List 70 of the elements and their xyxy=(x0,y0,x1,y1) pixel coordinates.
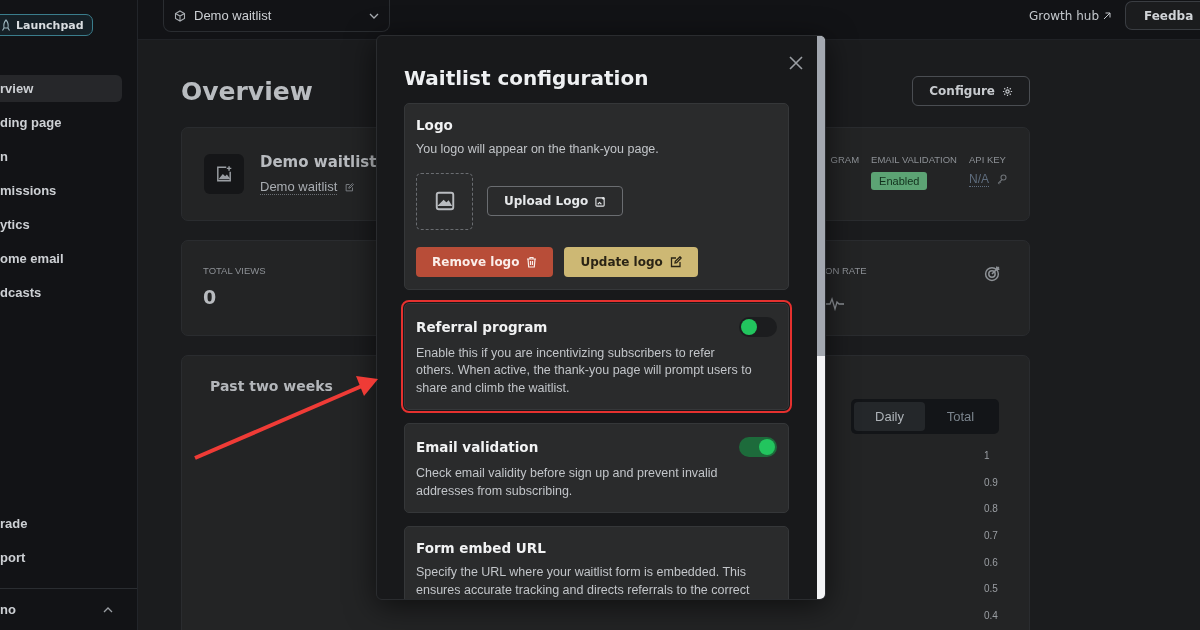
sidebar-item[interactable]: missions xyxy=(0,177,122,204)
section-description: Check email validity before sign up and prevent invalid addresses from subscribing. xyxy=(416,465,719,500)
logo-placeholder[interactable] xyxy=(416,172,473,230)
upload-logo-button[interactable]: Upload Logo xyxy=(487,186,624,216)
api-key-value: N/A xyxy=(969,172,989,187)
external-arrow-icon xyxy=(1103,12,1111,20)
toggle-switch[interactable] xyxy=(739,316,777,337)
axis-tick: 0.4 xyxy=(984,610,999,624)
sidebar-item[interactable]: ytics xyxy=(0,211,122,238)
key-icon[interactable] xyxy=(997,174,1007,185)
section-title: Referral program xyxy=(416,318,548,335)
image-icon xyxy=(433,190,456,212)
project-link[interactable]: Demo waitlist xyxy=(260,179,338,195)
section-title: Form embed URL xyxy=(416,540,547,556)
sidebar-item[interactable]: rade xyxy=(0,510,137,537)
chevron-up-icon[interactable] xyxy=(103,606,113,613)
setting-label: API KEY xyxy=(969,154,1006,165)
gear-icon xyxy=(1002,85,1013,97)
section-description: Enable this if you are incentivizing subscribers to refer others. When active, the thank-you page will prompt users to share and climb the waitlist. xyxy=(416,344,753,397)
add-image-icon xyxy=(215,165,233,183)
app-badge[interactable]: Launchpad xyxy=(0,14,93,36)
section-title: Logo xyxy=(416,117,454,133)
target-icon xyxy=(984,265,1001,282)
badge-label: Launchpad xyxy=(16,18,84,32)
axis-tick: 0.6 xyxy=(984,556,999,570)
sidebar-item[interactable]: ding page xyxy=(0,109,122,136)
stat-label: TOTAL VIEWS xyxy=(203,265,266,276)
toggle-switch[interactable] xyxy=(739,437,777,457)
growth-hub-link[interactable]: Growth hub xyxy=(1028,9,1111,23)
chevron-down-icon xyxy=(369,12,379,19)
rocket-icon xyxy=(1,18,11,32)
axis-tick: 1 xyxy=(984,450,991,463)
close-button[interactable] xyxy=(789,56,803,70)
remove-logo-button[interactable]: Remove logo xyxy=(416,246,554,277)
chart-tab[interactable]: Total xyxy=(925,402,996,431)
sidebar-item[interactable]: n xyxy=(0,143,122,170)
dialog-title: Waitlist configuration xyxy=(404,66,649,90)
account-name: no xyxy=(0,602,16,617)
sidebar-item[interactable]: port xyxy=(0,544,137,571)
scrollbar[interactable] xyxy=(817,36,825,599)
section-description: Specify the URL where your waitlist form is embedded. This ensures accurate tracking and directs referrals to the correct xyxy=(416,564,751,599)
update-logo-button[interactable]: Update logo xyxy=(564,246,698,277)
section-description: You logo will appear on the thank-you page. xyxy=(416,141,660,158)
configure-button[interactable]: Configure xyxy=(912,76,1030,106)
status-badge: Enabled xyxy=(871,172,928,190)
setting-label: EMAIL VALIDATION xyxy=(871,154,957,165)
chart-tab[interactable]: Daily xyxy=(854,402,925,431)
edit-icon xyxy=(345,182,355,192)
section-title: Email validation xyxy=(416,439,539,455)
select-value: Demo waitlist xyxy=(194,8,272,23)
axis-tick: 0.5 xyxy=(984,583,999,597)
stat-label: ON RATE xyxy=(825,265,867,276)
project-name: Demo waitlist xyxy=(260,153,377,171)
project-select[interactable]: Demo waitlist xyxy=(163,0,390,32)
edit-icon xyxy=(669,255,682,268)
activity-icon xyxy=(825,296,845,312)
sidebar-item[interactable]: rview xyxy=(0,75,122,102)
stat-value: 0 xyxy=(203,286,218,308)
upload-image-icon xyxy=(595,195,607,207)
chart-title: Past two weeks xyxy=(210,378,333,394)
sidebar-item[interactable]: ome email xyxy=(0,245,122,272)
trash-icon xyxy=(526,255,538,268)
setting-label: GRAM xyxy=(830,154,860,165)
axis-tick: 0.7 xyxy=(984,530,999,544)
axis-tick: 0.9 xyxy=(984,476,999,490)
page-title: Overview xyxy=(181,76,313,106)
axis-tick: 0.8 xyxy=(984,503,999,517)
feedback-button[interactable]: Feedba xyxy=(1125,1,1200,30)
sidebar-item[interactable]: dcasts xyxy=(0,279,122,306)
cube-icon xyxy=(174,9,186,22)
